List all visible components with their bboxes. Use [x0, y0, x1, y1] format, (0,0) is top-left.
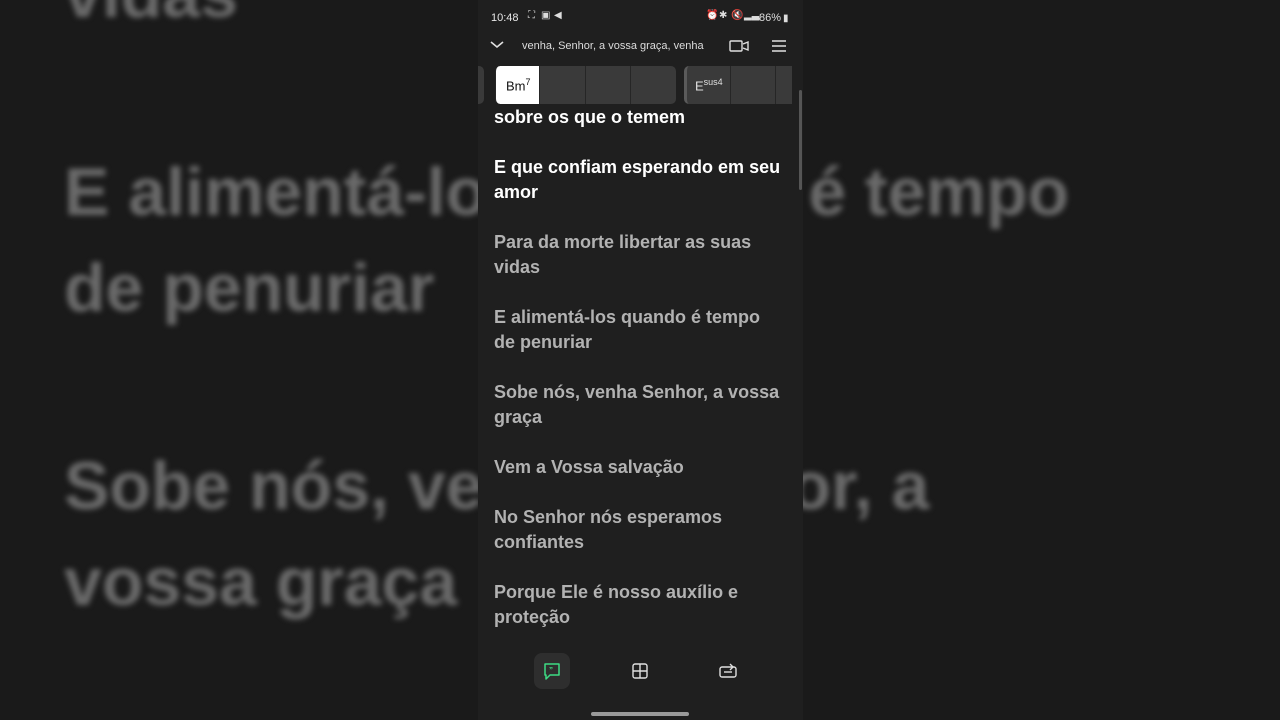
phone-screen: 10:48 ⛶ ▣ ◀ ⏰ ✱ 🔇 ▂▃ 86% ▮ venha, Senhor…	[478, 0, 803, 720]
lyric-line-current[interactable]: E que confiam esperando em seu amor	[494, 155, 786, 205]
battery-percent: 86%	[759, 12, 782, 24]
chord-beat-cell[interactable]	[730, 66, 775, 104]
lyric-line[interactable]: Para da morte libertar as suas vidas	[494, 230, 786, 280]
chord-prev-block[interactable]	[478, 66, 484, 104]
top-bar: venha, Senhor, a vossa graça, venha	[478, 36, 803, 58]
battery-icon: ▮	[783, 13, 789, 24]
chord-next[interactable]: Esus4	[684, 66, 732, 104]
chord-current[interactable]: Bm7	[495, 66, 539, 104]
chord-beat-cell[interactable]	[539, 66, 585, 104]
chord-strip[interactable]: Bm7 Esus4	[478, 66, 803, 104]
lyrics-list: sobre os que o temem E que confiam esper…	[494, 105, 786, 655]
cast-icon: ▣	[541, 10, 551, 21]
screen-record-icon: ⛶	[528, 10, 535, 21]
chord-next-root: E	[695, 78, 704, 94]
chord-next-label: Esus4	[695, 77, 723, 93]
bluetooth-icon: ✱	[719, 10, 728, 21]
lyric-line[interactable]: sobre os que o temem	[494, 105, 786, 130]
video-camera-icon[interactable]	[728, 38, 750, 54]
lyric-line[interactable]: Vem a Vossa salvação	[494, 455, 786, 480]
bg-lyric-0: vidas	[64, 0, 238, 28]
mute-icon: 🔇	[731, 10, 744, 21]
bg-lyric-4: vossa graça	[64, 544, 458, 620]
loop-tab[interactable]	[710, 653, 746, 689]
signal-icon: ▂▃	[744, 10, 760, 21]
telegram-icon: ◀	[554, 10, 562, 21]
lyrics-tab[interactable]: ”	[534, 653, 570, 689]
chord-next-modifier: sus4	[703, 77, 723, 87]
chords-grid-tab[interactable]	[622, 653, 658, 689]
home-indicator[interactable]	[591, 712, 689, 716]
status-bar: 10:48 ⛶ ▣ ◀ ⏰ ✱ 🔇 ▂▃ 86% ▮	[478, 0, 803, 36]
chevron-down-icon[interactable]	[488, 36, 506, 54]
loop-icon	[719, 663, 737, 678]
lyric-line[interactable]: E alimentá-los quando é tempo de penuria…	[494, 305, 786, 355]
bg-lyric-2: de penuriar	[64, 250, 435, 326]
chord-beat-cell[interactable]	[775, 66, 792, 104]
alarm-icon: ⏰	[706, 10, 719, 21]
chords-grid-icon	[632, 663, 648, 679]
lyric-line[interactable]: Sobe nós, venha Senhor, a vossa graça	[494, 380, 786, 430]
hamburger-menu-icon[interactable]	[770, 38, 788, 54]
song-title: venha, Senhor, a vossa graça, venha	[522, 40, 704, 52]
lyric-line[interactable]: No Senhor nós esperamos confiantes	[494, 505, 786, 555]
chord-current-root: Bm	[506, 78, 526, 94]
chord-beat-cell[interactable]	[630, 66, 676, 104]
chord-current-label: Bm7	[506, 77, 531, 93]
scrollbar[interactable]	[799, 90, 802, 190]
lyrics-icon: ”	[544, 663, 560, 680]
status-time: 10:48	[491, 12, 519, 24]
svg-text:”: ”	[549, 666, 553, 675]
chord-beat-cell[interactable]	[585, 66, 630, 104]
chord-current-modifier: 7	[525, 77, 531, 87]
lyric-line[interactable]: Porque Ele é nosso auxílio e proteção	[494, 580, 786, 630]
